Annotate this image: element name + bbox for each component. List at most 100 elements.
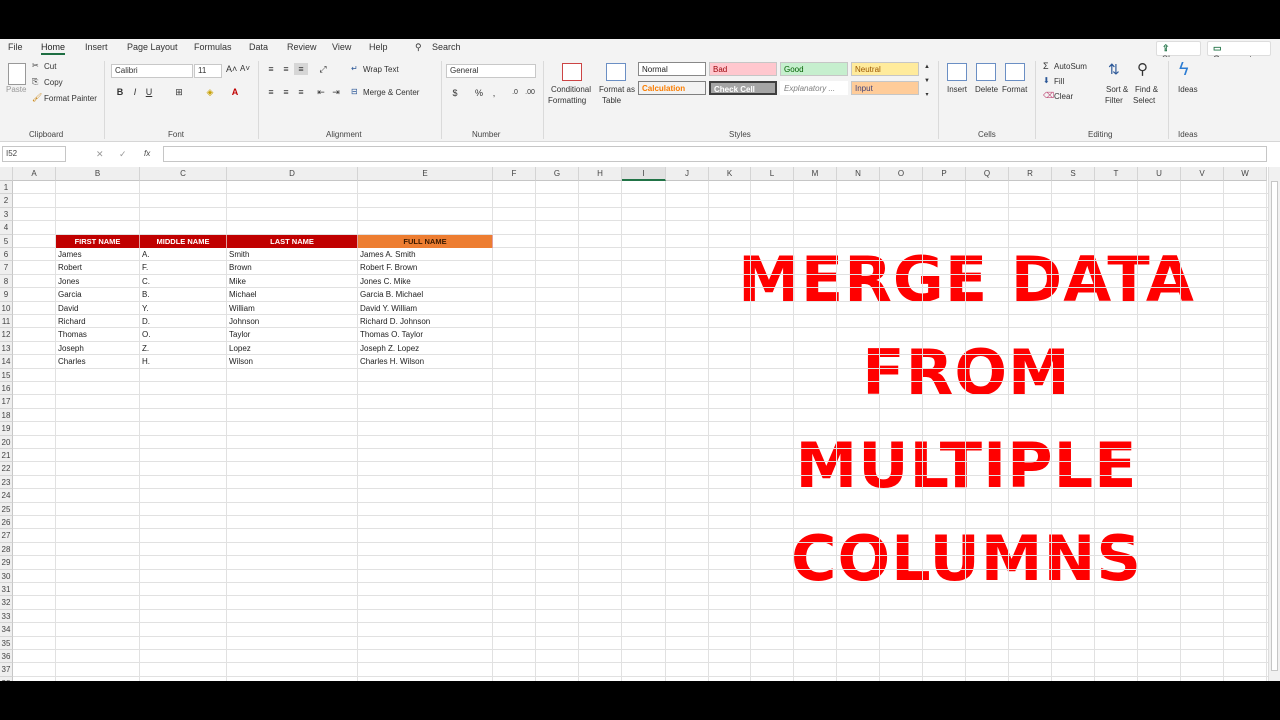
table-cell[interactable]: Richard [56, 315, 140, 328]
cell-style-input[interactable]: Input [851, 81, 919, 95]
column-header-q[interactable]: Q [966, 167, 1009, 181]
table-cell[interactable]: H. [140, 355, 227, 368]
vertical-scrollbar[interactable] [1268, 167, 1280, 681]
align-bottom-icon[interactable]: ≡ [294, 63, 308, 75]
find-select-label-2[interactable]: Select [1133, 96, 1155, 105]
cell-style-normal[interactable]: Normal [638, 62, 706, 76]
column-header-v[interactable]: V [1181, 167, 1224, 181]
column-header-a[interactable]: A [13, 167, 56, 181]
fill-color-icon[interactable]: ◈ [203, 86, 217, 98]
search-icon[interactable]: ⚲ [415, 42, 422, 53]
row-header-7[interactable]: 7 [0, 261, 13, 275]
font-size-select[interactable]: 11 [194, 64, 222, 78]
currency-icon[interactable]: $ [448, 87, 462, 99]
table-cell[interactable]: Taylor [227, 328, 358, 341]
copy-button[interactable]: Copy [44, 78, 63, 87]
table-cell[interactable]: Robert [56, 261, 140, 274]
row-header-17[interactable]: 17 [0, 395, 13, 409]
row-header-9[interactable]: 9 [0, 288, 13, 302]
table-cell[interactable]: Z. [140, 342, 227, 355]
table-cell[interactable]: A. [140, 248, 227, 261]
row-header-30[interactable]: 30 [0, 569, 13, 583]
row-header-22[interactable]: 22 [0, 462, 13, 476]
conditional-formatting-label-1[interactable]: Conditional [551, 85, 591, 94]
table-cell[interactable]: Michael [227, 288, 358, 301]
column-header-c[interactable]: C [140, 167, 227, 181]
row-header-13[interactable]: 13 [0, 341, 13, 356]
fill-icon[interactable]: ⬇ [1043, 76, 1050, 85]
autosum-icon[interactable]: Σ [1043, 61, 1049, 71]
search-box[interactable]: Search [432, 42, 461, 52]
decrease-indent-icon[interactable]: ⇤ [314, 86, 328, 98]
enter-icon[interactable]: ✓ [119, 149, 127, 160]
sort-filter-label-2[interactable]: Filter [1105, 96, 1123, 105]
delete-cells-button[interactable]: Delete [975, 85, 998, 94]
paste-button[interactable]: Paste [6, 85, 26, 94]
cancel-icon[interactable]: ✕ [96, 149, 104, 160]
format-cells-button[interactable]: Format [1002, 85, 1027, 94]
merge-center-icon[interactable]: ⊟ [351, 87, 358, 96]
insert-function-icon[interactable]: fx [144, 149, 150, 158]
table-cell[interactable]: Garcia [56, 288, 140, 301]
decrease-font-icon[interactable]: A˅ [240, 64, 250, 73]
format-as-table-label-1[interactable]: Format as [599, 85, 635, 94]
table-cell[interactable]: Smith [227, 248, 358, 261]
worksheet-grid[interactable]: MERGE DATA FROM MULTIPLE COLUMNS ABCDEFG… [0, 167, 1280, 681]
ideas-icon[interactable]: ϟ [1179, 59, 1189, 80]
row-header-14[interactable]: 14 [0, 355, 13, 369]
fill-button[interactable]: Fill [1054, 77, 1064, 86]
align-middle-icon[interactable]: ≡ [279, 63, 293, 75]
table-cell[interactable]: D. [140, 315, 227, 328]
percent-icon[interactable]: % [472, 87, 486, 99]
decrease-decimal-icon[interactable]: .00 [523, 87, 537, 99]
row-header-11[interactable]: 11 [0, 315, 13, 329]
table-cell[interactable]: Thomas [56, 328, 140, 341]
table-cell[interactable]: Johnson [227, 315, 358, 328]
column-header-o[interactable]: O [880, 167, 923, 181]
cell-style-bad[interactable]: Bad [709, 62, 777, 76]
table-cell[interactable]: Y. [140, 302, 227, 315]
row-header-2[interactable]: 2 [0, 194, 13, 208]
column-header-b[interactable]: B [56, 167, 140, 181]
row-header-10[interactable]: 10 [0, 301, 13, 315]
table-cell[interactable]: Garcia B. Michael [358, 288, 493, 301]
table-cell[interactable]: Thomas O. Taylor [358, 328, 493, 341]
cut-button[interactable]: Cut [44, 62, 56, 71]
merge-center-button[interactable]: Merge & Center [363, 88, 419, 97]
tab-help[interactable]: Help [369, 42, 388, 52]
cell-style-calculation[interactable]: Calculation [638, 81, 706, 95]
clear-button[interactable]: Clear [1054, 92, 1073, 101]
row-header-23[interactable]: 23 [0, 475, 13, 490]
column-header-m[interactable]: M [794, 167, 837, 181]
find-select-icon[interactable]: ⚲ [1137, 60, 1148, 78]
row-header-28[interactable]: 28 [0, 542, 13, 557]
column-header-g[interactable]: G [536, 167, 579, 181]
table-cell[interactable]: David Y. William [358, 302, 493, 315]
table-cell[interactable]: Mike [227, 275, 358, 288]
conditional-formatting-icon[interactable] [562, 63, 582, 81]
font-name-select[interactable]: Calibri [111, 64, 193, 78]
row-header-25[interactable]: 25 [0, 502, 13, 516]
column-header-i[interactable]: I [622, 167, 666, 181]
orientation-icon[interactable]: ⤢ [316, 63, 330, 75]
scrollbar-thumb[interactable] [1271, 181, 1278, 671]
underline-icon[interactable]: U [142, 86, 156, 98]
table-cell[interactable]: Joseph Z. Lopez [358, 342, 493, 355]
share-button[interactable]: ⇪ Share [1156, 41, 1201, 64]
table-cell[interactable]: O. [140, 328, 227, 341]
chevron-up-icon[interactable]: ▲ [920, 61, 934, 73]
ideas-button[interactable]: Ideas [1178, 85, 1198, 94]
cell-style-good[interactable]: Good [780, 62, 848, 76]
table-header-full-name[interactable]: FULL NAME [358, 234, 493, 248]
table-header-last-name[interactable]: LAST NAME [227, 234, 358, 248]
row-header-37[interactable]: 37 [0, 663, 13, 677]
row-header-1[interactable]: 1 [0, 181, 13, 195]
tab-file[interactable]: File [8, 42, 23, 52]
name-box[interactable]: I52 [2, 146, 66, 162]
column-header-k[interactable]: K [709, 167, 751, 181]
tab-formulas[interactable]: Formulas [194, 42, 232, 52]
find-select-label-1[interactable]: Find & [1135, 85, 1158, 94]
row-header-21[interactable]: 21 [0, 449, 13, 463]
row-header-32[interactable]: 32 [0, 596, 13, 610]
increase-decimal-icon[interactable]: .0 [508, 87, 522, 99]
